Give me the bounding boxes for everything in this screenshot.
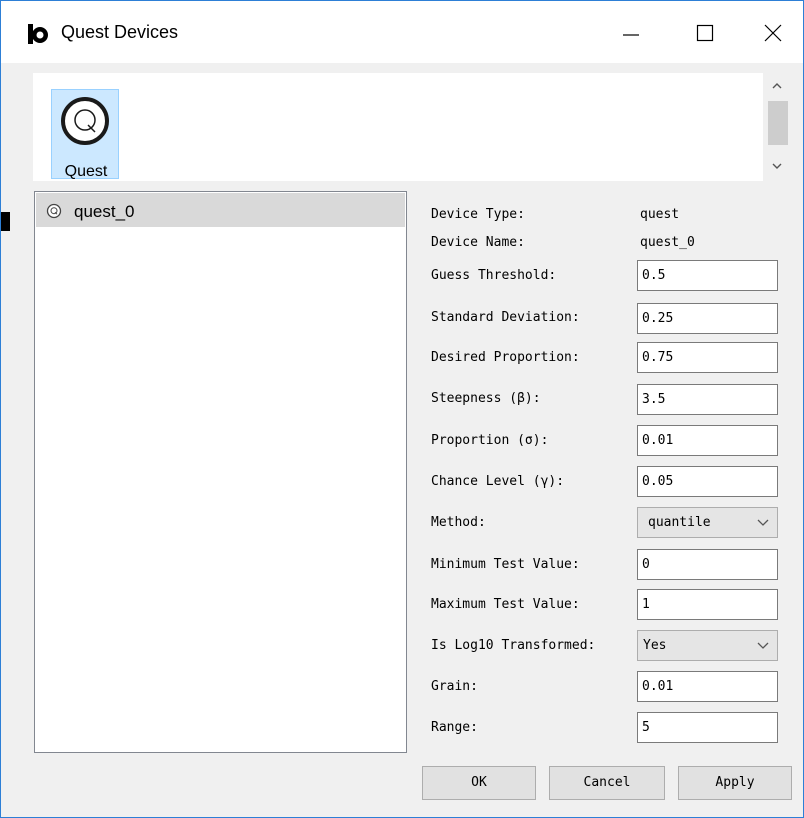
is-log10-transformed-select[interactable]: Yes (637, 630, 778, 661)
quest-icon (61, 97, 109, 145)
desired-proportion-input[interactable] (637, 342, 778, 373)
scrollbar-thumb[interactable] (768, 101, 788, 145)
guess-threshold-label: Guess Threshold: (431, 268, 557, 283)
steepness-input[interactable] (637, 384, 778, 415)
device-name-label: Device Name: (431, 235, 525, 250)
proportion-label: Proportion (σ): (431, 433, 549, 448)
maximum-test-value-input[interactable] (637, 589, 778, 620)
window-title: Quest Devices (61, 22, 179, 42)
range-label: Range: (431, 720, 478, 735)
chance-level-input[interactable] (637, 466, 778, 497)
maximize-button[interactable] (677, 11, 733, 55)
close-icon (764, 24, 782, 42)
is-log10-transformed-label: Is Log10 Transformed: (431, 638, 596, 653)
chance-level-label: Chance Level (γ): (431, 474, 565, 489)
minimum-test-value-label: Minimum Test Value: (431, 557, 580, 572)
device-type-quest-tile[interactable]: Quest (51, 89, 119, 180)
list-item-label: quest_0 (74, 202, 135, 221)
chevron-down-icon (757, 642, 769, 649)
device-type-label: Quest (64, 163, 108, 180)
desired-proportion-label: Desired Proportion: (431, 350, 580, 365)
ok-button[interactable]: OK (422, 766, 536, 800)
minimize-icon (623, 34, 639, 36)
cancel-button[interactable]: Cancel (549, 766, 665, 800)
scroll-down-icon[interactable] (771, 161, 783, 171)
range-input[interactable] (637, 712, 778, 743)
app-logo-icon (28, 24, 48, 44)
method-select[interactable]: quantile (637, 507, 778, 538)
method-selected-value: quantile (648, 515, 711, 530)
guess-threshold-input[interactable] (637, 260, 778, 291)
apply-button[interactable]: Apply (678, 766, 792, 800)
chevron-down-icon (757, 519, 769, 526)
window-edge-marker (1, 212, 10, 231)
device-strip-scrollbar[interactable] (763, 73, 791, 181)
title-bar[interactable]: Quest Devices (1, 1, 803, 63)
minimize-button[interactable] (603, 11, 659, 55)
quest-icon (46, 203, 62, 219)
device-type-value: quest (640, 207, 680, 222)
device-name-value: quest_0 (640, 235, 695, 250)
proportion-input[interactable] (637, 425, 778, 456)
standard-deviation-input[interactable] (637, 303, 778, 334)
minimum-test-value-input[interactable] (637, 549, 778, 580)
is-log10-selected-value: Yes (643, 638, 667, 653)
method-label: Method: (431, 515, 486, 530)
maximum-test-value-label: Maximum Test Value: (431, 597, 580, 612)
grain-input[interactable] (637, 671, 778, 702)
scroll-up-icon[interactable] (771, 81, 783, 91)
device-type-label: Device Type: (431, 207, 525, 222)
steepness-label: Steepness (β): (431, 391, 541, 406)
grain-label: Grain: (431, 679, 478, 694)
close-button[interactable] (745, 11, 801, 55)
standard-deviation-label: Standard Deviation: (431, 310, 580, 325)
device-type-panel: Quest (33, 73, 790, 181)
maximize-icon (696, 24, 714, 42)
device-list[interactable]: quest_0 (34, 191, 407, 753)
list-item[interactable]: quest_0 (36, 193, 405, 227)
quest-devices-window: Quest Devices Quest quest_0 Device Type:… (0, 0, 804, 818)
